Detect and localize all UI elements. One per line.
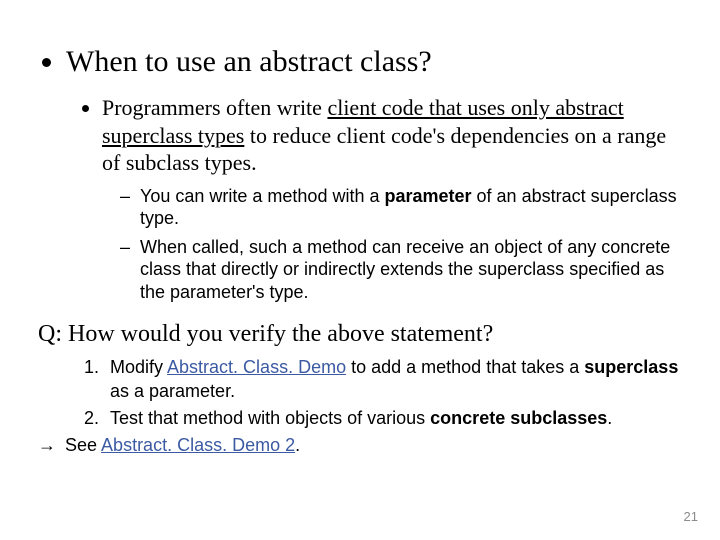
bullet-list-level1: When to use an abstract class? Programme… (38, 44, 682, 303)
step1-post: as a parameter. (110, 381, 235, 401)
dash1-bold: parameter (384, 186, 471, 206)
see-pre: See (60, 435, 101, 455)
step2-bold: concrete subclasses (430, 408, 607, 428)
slide: When to use an abstract class? Programme… (0, 0, 720, 540)
step-test: Test that method with objects of various… (104, 407, 682, 430)
page-number: 21 (684, 509, 698, 524)
step1-bold: superclass (584, 357, 678, 377)
step2-pre: Test that method with objects of various (110, 408, 430, 428)
dash1-pre: You can write a method with a (140, 186, 384, 206)
question-ordered-list: Modify Abstract. Class. Demo to add a me… (38, 356, 682, 430)
step-modify: Modify Abstract. Class. Demo to add a me… (104, 356, 682, 403)
bullet-list-level3: You can write a method with a parameter … (102, 185, 682, 304)
question-block: Q: How would you verify the above statem… (38, 319, 682, 458)
see-row: → See Abstract. Class. Demo 2. (38, 434, 682, 457)
dash-when-called: When called, such a method can receive a… (140, 236, 682, 304)
bullet-client-code: Programmers often write client code that… (102, 94, 682, 303)
bullet-when-to-use: When to use an abstract class? Programme… (66, 44, 682, 303)
link-abstract-class-demo[interactable]: Abstract. Class. Demo (167, 357, 346, 377)
question-line: Q: How would you verify the above statem… (38, 319, 682, 350)
bullet1-title: When to use an abstract class? (66, 45, 432, 78)
arrow-icon: → (38, 434, 56, 457)
step2-post: . (607, 408, 612, 428)
dash-parameter: You can write a method with a parameter … (140, 185, 682, 230)
see-post: . (295, 435, 300, 455)
link-abstract-class-demo-2[interactable]: Abstract. Class. Demo 2 (101, 435, 295, 455)
bullet-list-level2: Programmers often write client code that… (66, 94, 682, 303)
step1-pre: Modify (110, 357, 167, 377)
dash2-text: When called, such a method can receive a… (140, 237, 670, 302)
step1-mid: to add a method that takes a (346, 357, 584, 377)
sub1-pre: Programmers often write (102, 95, 327, 120)
